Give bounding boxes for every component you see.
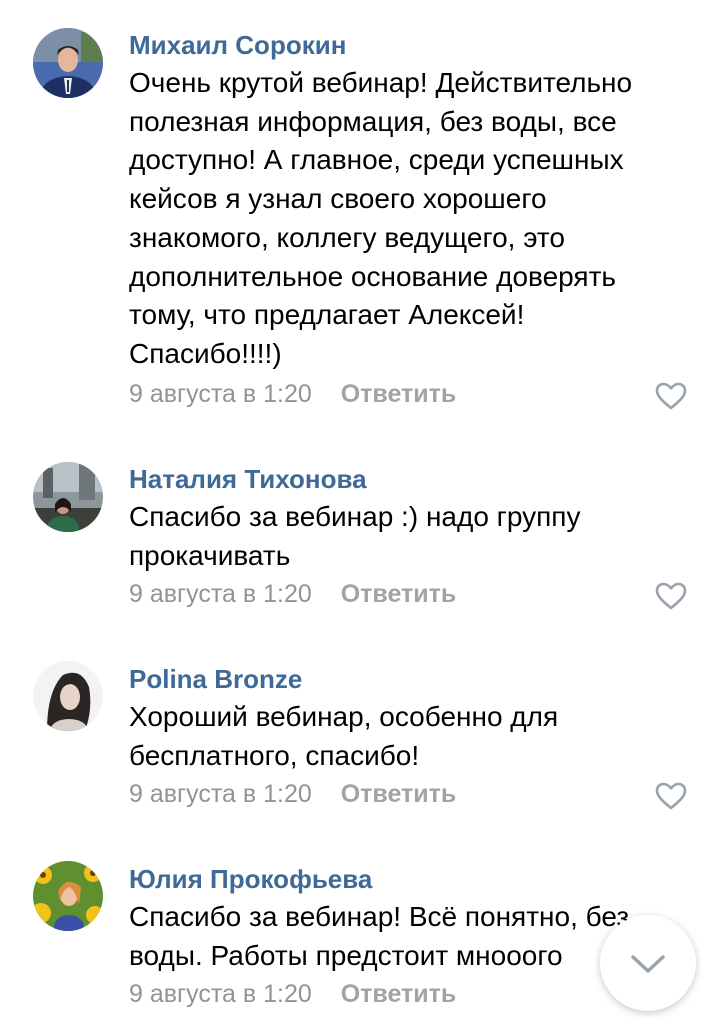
avatar[interactable] <box>33 28 103 98</box>
comment-text: Спасибо за вебинар :) надо группу прокач… <box>129 498 689 575</box>
reply-button[interactable]: Ответить <box>341 780 457 808</box>
comment-meta: 9 августа в 1:20 Ответить <box>129 580 456 609</box>
comment-text-line: прокачивать <box>129 539 291 571</box>
heart-outline-icon <box>655 782 687 810</box>
heart-outline-icon <box>655 382 687 410</box>
like-button[interactable] <box>655 782 687 810</box>
comment-author[interactable]: Юлия Прокофьева <box>129 864 372 895</box>
comment-meta: 9 августа в 1:20 Ответить <box>129 780 456 809</box>
avatar[interactable] <box>33 462 103 532</box>
comment-author[interactable]: Polina Bronze <box>129 664 302 695</box>
comment-date: 9 августа в 1:20 <box>129 380 312 408</box>
scroll-down-button[interactable] <box>600 915 696 1011</box>
like-button[interactable] <box>655 382 687 410</box>
comment-text-line: знакомого, коллегу ведущего, это <box>129 221 565 253</box>
comment-text-line: дополнительное основание доверять <box>129 260 617 292</box>
comment-meta: 9 августа в 1:20 Ответить <box>129 980 456 1009</box>
comment-text-line: полезная информация, без воды, все <box>129 105 617 137</box>
comment-date: 9 августа в 1:20 <box>129 780 312 808</box>
comment-author[interactable]: Наталия Тихонова <box>129 464 367 495</box>
reply-button[interactable]: Ответить <box>341 580 457 608</box>
comment-date: 9 августа в 1:20 <box>129 980 312 1008</box>
comment-text-line: доступно! А главное, среди успешных <box>129 144 624 176</box>
comment-text-line: Хороший вебинар, особенно для <box>129 701 559 732</box>
comment-text-line: кейсов я узнал своего хорошего <box>129 183 547 215</box>
like-button[interactable] <box>655 582 687 610</box>
chevron-down-icon <box>631 955 665 973</box>
comment-text-line: тому, что предлагает Алексей! <box>129 299 525 331</box>
comment-text-line: Очень крутой вебинар! Действительно <box>129 67 633 98</box>
reply-button[interactable]: Ответить <box>341 980 457 1008</box>
comment-text-line: Спасибо!!!!) <box>129 337 282 369</box>
comment-date: 9 августа в 1:20 <box>129 580 312 608</box>
comment-text: Очень крутой вебинар! Действительно поле… <box>129 64 689 374</box>
reply-button[interactable]: Ответить <box>341 380 457 408</box>
comment-text-line: Спасибо за вебинар! Всё понятно, без <box>129 901 630 932</box>
comment-text-line: Спасибо за вебинар :) надо группу <box>129 501 581 532</box>
comment-author[interactable]: Михаил Сорокин <box>129 30 346 61</box>
avatar[interactable] <box>33 861 103 931</box>
avatar[interactable] <box>33 661 103 731</box>
comment-text-line: бесплатного, спасибо! <box>129 739 420 771</box>
comment-meta: 9 августа в 1:20 Ответить <box>129 380 456 409</box>
heart-outline-icon <box>655 582 687 610</box>
comments-feed: Михаил Сорокин Очень крутой вебинар! Дей… <box>0 0 720 1031</box>
comment-text: Хороший вебинар, особенно для бесплатног… <box>129 698 689 775</box>
